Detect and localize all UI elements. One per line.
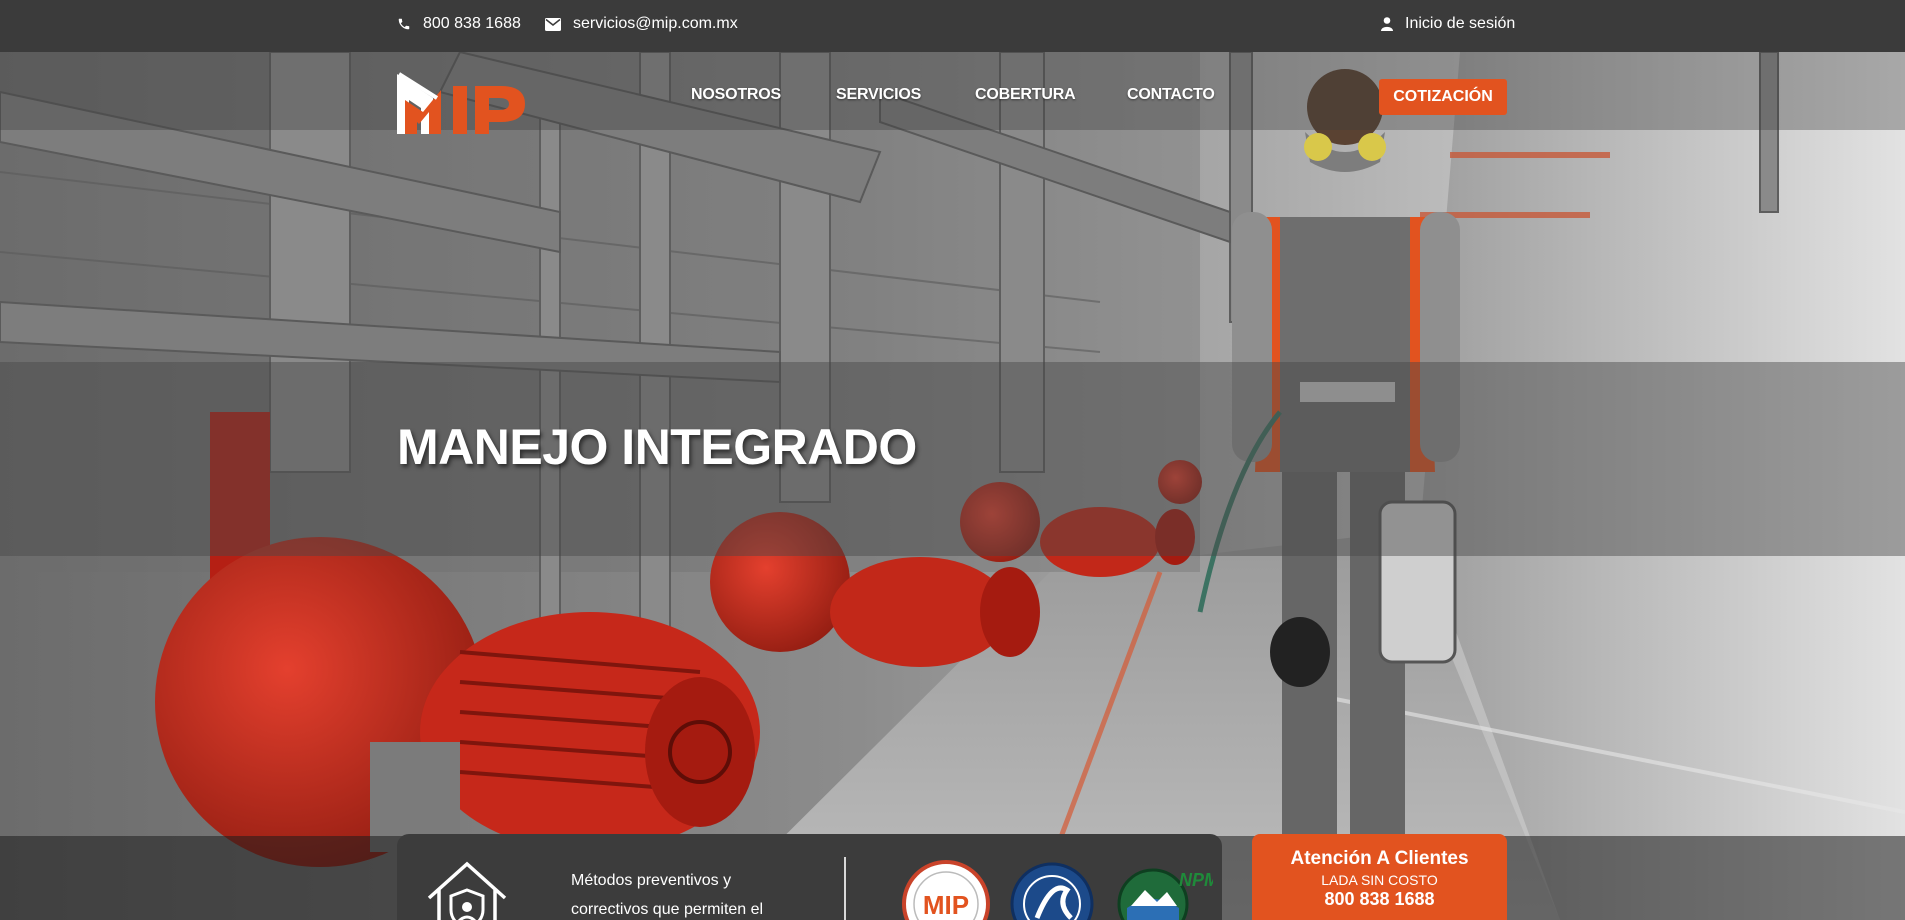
feature-description: Métodos preventivos y correctivos que pe…: [571, 872, 764, 918]
cotizacion-button[interactable]: COTIZACIÓN: [1379, 79, 1507, 115]
login-label[interactable]: Inicio de sesión: [1405, 15, 1515, 33]
mip-logo[interactable]: [397, 70, 529, 141]
phone-icon: [397, 17, 411, 31]
nav-cobertura[interactable]: COBERTURA: [975, 86, 1076, 104]
header-overlay: [0, 52, 1905, 130]
nav-contacto[interactable]: CONTACTO: [1127, 86, 1215, 104]
house-shield-icon: [425, 860, 509, 920]
envelope-icon: [545, 17, 561, 31]
top-bar: 800 838 1688 servicios@mip.com.mx Inicio…: [0, 0, 1905, 52]
nav-nosotros[interactable]: NOSOTROS: [691, 86, 781, 104]
association-seal: [1009, 860, 1095, 920]
npma-text: NPM: [1179, 870, 1213, 890]
mip-pro-seal: MIP: [902, 860, 990, 920]
card-divider: [844, 857, 846, 920]
toll-free-label: LADA SIN COSTO: [1321, 872, 1438, 888]
feature-card: Métodos preventivos y correctivos que pe…: [397, 834, 1222, 920]
hero-title-band: [0, 362, 1905, 556]
user-icon: [1381, 17, 1393, 31]
phone-contact[interactable]: 800 838 1688: [397, 15, 521, 33]
customer-service-title: Atención A Clientes: [1290, 848, 1469, 869]
login-link[interactable]: Inicio de sesión: [1381, 15, 1515, 33]
email-address[interactable]: servicios@mip.com.mx: [573, 15, 738, 33]
seal-text: MIP: [923, 890, 969, 920]
email-contact[interactable]: servicios@mip.com.mx: [545, 15, 738, 33]
phone-number[interactable]: 800 838 1688: [423, 15, 521, 33]
npma-seal: NPM: [1117, 860, 1220, 920]
hero-title: MANEJO INTEGRADO: [397, 419, 917, 475]
hero-section: NOSOTROS SERVICIOS COBERTURA CONTACTO CO…: [0, 52, 1905, 920]
customer-service-phone[interactable]: 800 838 1688: [1252, 889, 1507, 910]
customer-service-box[interactable]: Atención A Clientes LADA SIN COSTO 800 8…: [1252, 834, 1507, 920]
nav-servicios[interactable]: SERVICIOS: [836, 86, 921, 104]
